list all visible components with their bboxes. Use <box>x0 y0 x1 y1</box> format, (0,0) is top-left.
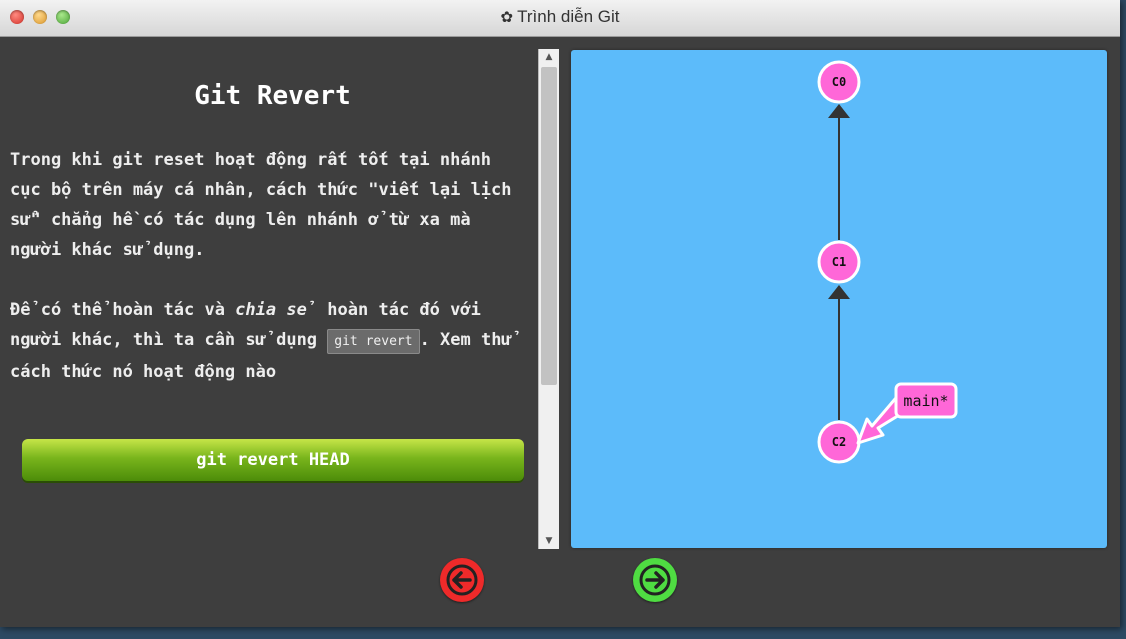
next-step-button[interactable] <box>633 558 677 602</box>
inline-code: git revert <box>327 329 420 354</box>
arrow-right-icon <box>639 564 671 596</box>
git-graph-canvas: C0 C1 C2 main* <box>571 50 1107 548</box>
commit-node-c1[interactable]: C1 <box>817 240 861 284</box>
edge-arrowhead-c1 <box>828 285 850 299</box>
commit-node-c2[interactable]: C2 <box>817 420 861 464</box>
gear-icon: ✿ <box>500 9 514 26</box>
app-window: ✿ Trình diễn Git Git Revert Trong khi git… <box>0 0 1120 627</box>
edge-arrowhead-c0 <box>828 104 850 118</box>
window-title: ✿ Trình diễn Git <box>0 0 1120 36</box>
commit-label-c0: C0 <box>832 75 846 89</box>
emphasis-text: chia sẻ <box>235 300 318 320</box>
paragraph-text: Để có thể hoàn tác và <box>10 300 236 320</box>
lesson-scrollbar[interactable]: ▲ ▼ <box>538 49 559 549</box>
lesson-title: Git Revert <box>194 81 351 111</box>
prev-step-button[interactable] <box>440 558 484 602</box>
scroll-up-arrow[interactable]: ▲ <box>539 49 559 65</box>
branch-label: main* <box>903 392 948 410</box>
run-command-button[interactable]: git revert HEAD <box>22 439 524 481</box>
lesson-paragraph-2: Để có thể hoàn tác và chia sẻ hoàn tác đ… <box>10 295 530 387</box>
commit-label-c1: C1 <box>832 255 846 269</box>
commit-label-c2: C2 <box>832 435 846 449</box>
title-bar: ✿ Trình diễn Git <box>0 0 1120 37</box>
scroll-thumb[interactable] <box>541 67 557 385</box>
branch-main[interactable]: main* <box>856 382 958 445</box>
window-title-text: Trình diễn Git <box>517 7 620 26</box>
lesson-panel: Git Revert Trong khi git reset hoạt động… <box>0 37 537 547</box>
git-graph: C0 C1 C2 main* <box>817 60 958 464</box>
lesson-body: Trong khi git reset hoạt động rất tốt tạ… <box>10 145 530 387</box>
arrow-left-icon <box>446 564 478 596</box>
scroll-down-arrow[interactable]: ▼ <box>539 533 559 549</box>
lesson-paragraph-1: Trong khi git reset hoạt động rất tốt tạ… <box>10 150 512 260</box>
commit-node-c0[interactable]: C0 <box>817 60 861 104</box>
